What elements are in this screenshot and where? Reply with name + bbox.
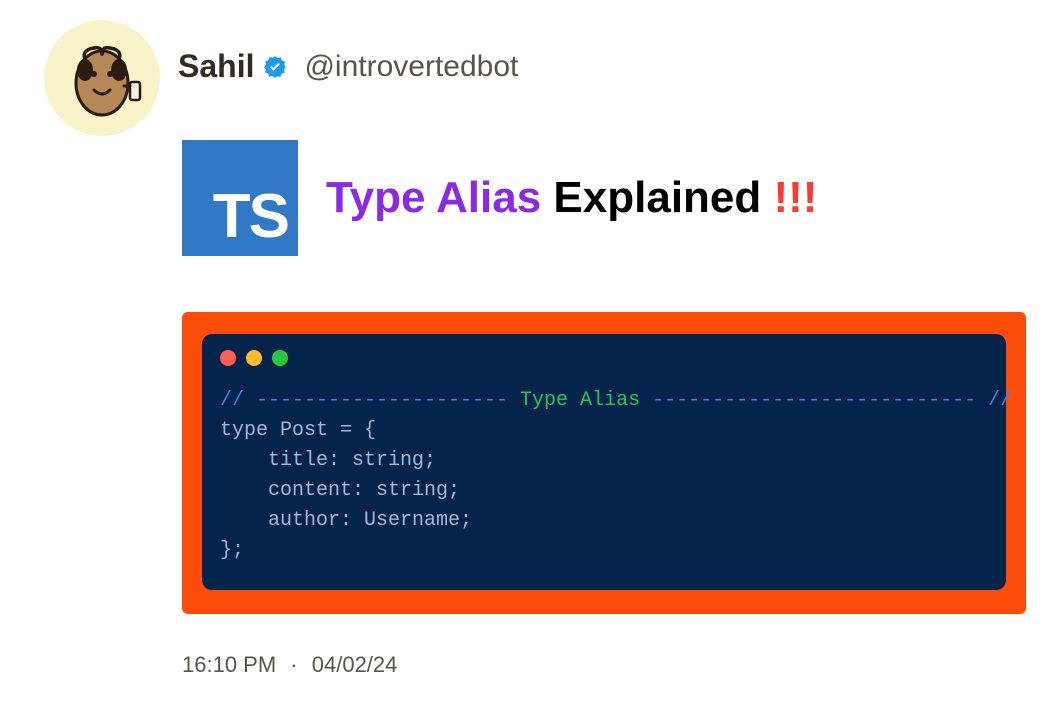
avatar-potato-icon [52,28,152,128]
title-row: TS Type Alias Explained !!! [182,140,1004,256]
post-content: TS Type Alias Explained !!! // ---------… [182,140,1004,678]
code-banner: // --------------------- Type Alias ----… [220,386,988,416]
social-post: Sahil @introvertedbot TS Type Alias Expl… [44,20,1004,678]
code-line: content: string; [220,476,988,506]
code-editor: // --------------------- Type Alias ----… [202,334,1006,590]
post-title: Type Alias Explained !!! [326,174,817,222]
code-card: // --------------------- Type Alias ----… [182,312,1026,614]
code-line: author: Username; [220,506,988,536]
post-date: 04/02/24 [312,652,398,677]
window-controls [220,350,988,366]
title-exclaim: !!! [774,173,818,222]
post-header: Sahil @introvertedbot [44,20,1004,136]
title-type-alias: Type Alias [326,173,541,222]
close-icon[interactable] [220,350,236,366]
code-line: }; [220,536,988,566]
minimize-icon[interactable] [246,350,262,366]
handle[interactable]: @introvertedbot [304,50,518,84]
display-name[interactable]: Sahil [178,48,254,85]
typescript-logo-icon: TS [182,140,298,256]
title-explained: Explained [553,173,761,222]
verified-badge-icon [262,54,288,80]
code-line: type Post = { [220,416,988,446]
avatar[interactable] [44,20,160,136]
maximize-icon[interactable] [272,350,288,366]
name-row: Sahil @introvertedbot [178,48,518,85]
post-time: 16:10 PM [182,652,276,677]
code-line: title: string; [220,446,988,476]
post-timestamp[interactable]: 16:10 PM · 04/02/24 [182,652,1004,678]
separator: · [290,652,297,677]
